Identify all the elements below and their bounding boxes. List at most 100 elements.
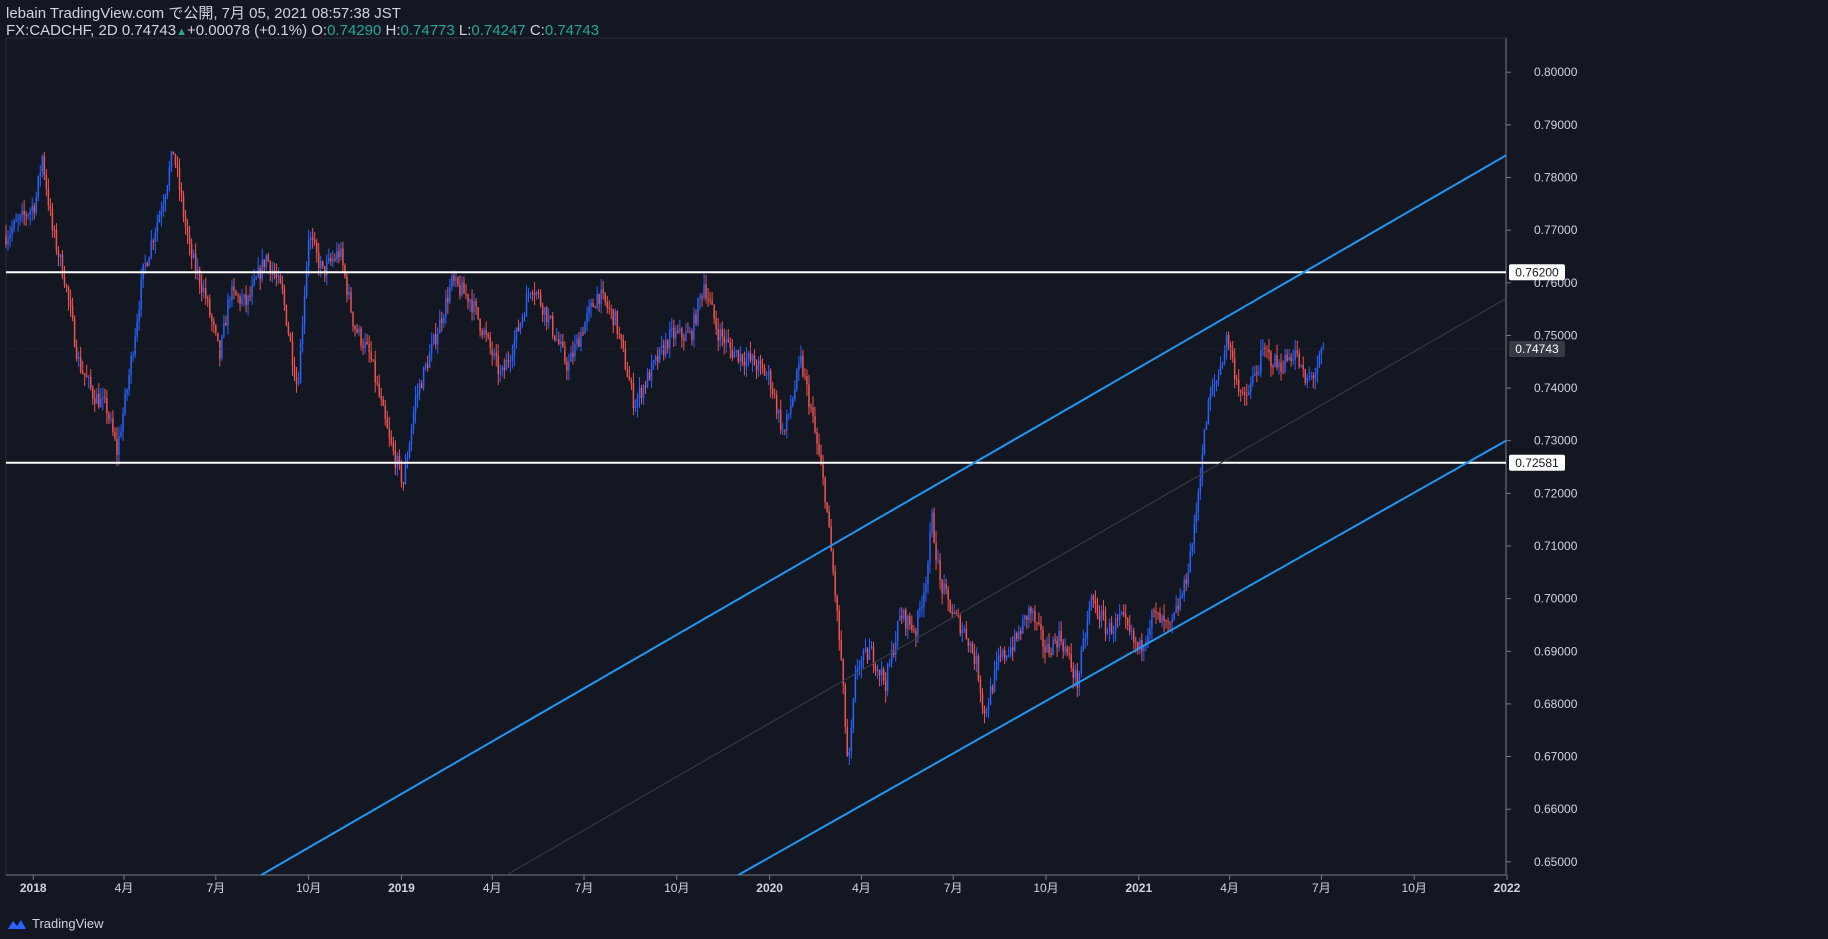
candle — [558, 331, 560, 346]
candle-body — [1304, 369, 1307, 384]
candle-body — [449, 287, 451, 303]
candle — [1110, 616, 1113, 635]
x-tick-label: 10月 — [1033, 881, 1058, 895]
candle-body — [100, 398, 102, 408]
candle-body — [1126, 618, 1129, 625]
candle — [1018, 625, 1020, 642]
candle — [586, 306, 588, 332]
candle-body — [852, 699, 855, 728]
candle — [880, 660, 883, 686]
candle-body — [558, 339, 560, 345]
candle — [190, 238, 193, 270]
candle-body — [245, 294, 247, 305]
candle — [701, 293, 703, 307]
candle — [235, 289, 237, 296]
candle-body — [299, 343, 302, 384]
candle-body — [1284, 354, 1286, 372]
candle-body — [549, 316, 552, 318]
candle-body — [923, 592, 925, 607]
candle — [959, 613, 962, 637]
candle — [1217, 369, 1220, 387]
candle-body — [953, 612, 955, 615]
candle — [118, 426, 120, 466]
candle-body — [812, 407, 814, 417]
candle — [229, 296, 231, 309]
candle — [291, 331, 294, 376]
drawings[interactable] — [6, 154, 1507, 876]
candle-body — [610, 308, 612, 310]
candle — [156, 214, 159, 242]
candle — [305, 261, 308, 300]
candle-body — [636, 397, 639, 407]
candle — [9, 225, 11, 248]
candle — [154, 227, 157, 254]
low-value: 0.74247 — [471, 22, 526, 39]
candle-body — [901, 615, 903, 619]
candle — [709, 291, 711, 305]
candle — [307, 229, 310, 277]
footer-brand[interactable]: TradingView — [6, 916, 104, 931]
candle — [49, 198, 52, 217]
candle — [204, 277, 207, 306]
candle — [1250, 376, 1252, 400]
candle-body — [961, 630, 964, 634]
candle — [1183, 575, 1185, 602]
candle-body — [664, 340, 667, 356]
candle-body — [348, 291, 350, 296]
candle-body — [1213, 384, 1216, 387]
candle-body — [840, 640, 842, 660]
candle-body — [473, 301, 475, 313]
candle — [1114, 612, 1117, 642]
candle — [376, 375, 378, 387]
candle — [765, 370, 768, 381]
candle — [1187, 563, 1189, 588]
candle-body — [453, 275, 455, 281]
candle-body — [683, 337, 685, 341]
candle-body — [1179, 597, 1181, 610]
candle — [673, 319, 675, 348]
candle-body — [1050, 653, 1052, 655]
candle-body — [535, 292, 538, 295]
candle — [1239, 389, 1242, 402]
open-value: 0.74290 — [327, 22, 382, 39]
x-tick-label: 4月 — [115, 881, 134, 895]
candle — [846, 718, 849, 757]
candle-body — [73, 318, 76, 347]
candle-body — [98, 393, 100, 408]
candle-body — [7, 238, 9, 245]
candle-body — [1032, 611, 1034, 613]
candle-body — [735, 350, 738, 352]
candle — [913, 625, 915, 633]
candle-body — [430, 343, 433, 353]
candle — [1231, 340, 1234, 363]
candle-body — [87, 376, 90, 378]
candle-body — [929, 532, 931, 564]
price-chart[interactable]: 0.65000 0.66000 0.67000 0.68000 0.69000 0.700… — [0, 0, 1828, 939]
candle-body — [703, 284, 705, 298]
candle — [610, 304, 612, 320]
candle-body — [39, 172, 42, 176]
candle — [412, 406, 415, 435]
candle-body — [1205, 424, 1208, 430]
y-tick-label: 0.70000 — [1534, 592, 1578, 606]
candle — [233, 278, 235, 300]
candle — [313, 232, 316, 246]
candle-body — [846, 727, 849, 756]
candle-body — [523, 316, 526, 318]
candle — [1062, 638, 1064, 659]
candle-body — [1197, 492, 1200, 512]
candle — [622, 334, 625, 353]
candle — [122, 407, 124, 441]
candle-body — [313, 240, 316, 243]
candle — [1274, 353, 1276, 368]
candle-body — [1169, 621, 1171, 623]
candle-body — [1306, 377, 1309, 384]
candle-body — [792, 398, 794, 407]
candle-body — [798, 363, 800, 371]
x-tick-label: 2020 — [756, 881, 783, 895]
candle-body — [969, 643, 972, 646]
candle-body — [49, 205, 52, 209]
candle — [995, 651, 998, 681]
candle-body — [935, 542, 937, 561]
candle — [1225, 331, 1228, 360]
